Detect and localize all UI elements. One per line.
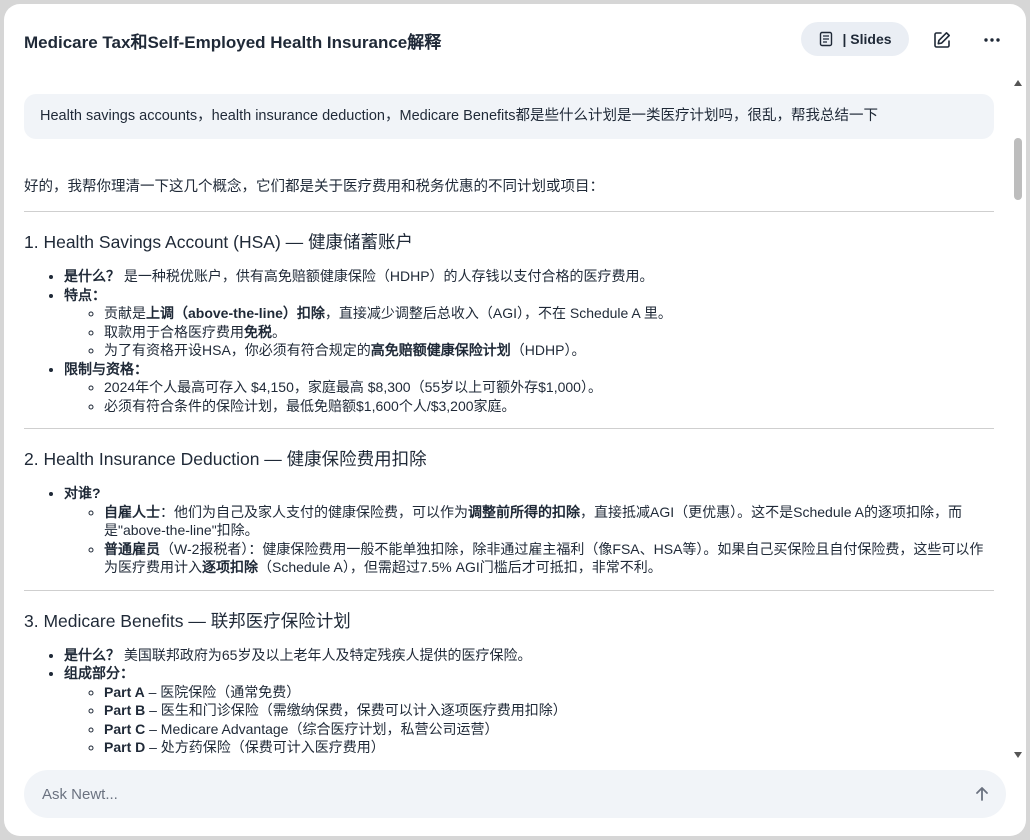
list-text: 贡献是 [104, 305, 146, 321]
list-text: 。 [272, 323, 286, 340]
section-heading-deduction: 2. Health Insurance Deduction — 健康保险费用扣除 [24, 449, 427, 469]
list-text: ，直接减少调整后总收入（AGI），不在 Schedule A 里。 [324, 305, 672, 321]
list-item: 必须有符合条件的保险计划，最低免赔额$1,600个人/$3,200家庭。 [104, 397, 994, 416]
bold-text: 调整前所得的扣除 [468, 503, 580, 520]
chat-header: Medicare Tax和Self-Employed Health Insura… [4, 4, 1026, 76]
bold-text: Part A [104, 683, 145, 700]
bold-text: Part D [104, 739, 146, 755]
bold-label: 特点： [64, 286, 106, 303]
list-item: Part D – 处方药保险（保费可计入医疗费用） [104, 738, 994, 757]
list-text: 是一种税优账户，供有高免赔额健康保险（HDHP）的人存钱以支付合格的医疗费用。 [120, 268, 654, 284]
bold-label: 组成部分： [64, 665, 134, 681]
send-arrow-icon [976, 787, 988, 801]
chat-window: Medicare Tax和Self-Employed Health Insura… [4, 4, 1026, 836]
bold-text: Part B [104, 702, 146, 718]
sub-list: 贡献是上调（above-the-line）扣除，直接减少调整后总收入（AGI），… [64, 304, 994, 360]
slides-label: | Slides [842, 31, 892, 47]
divider [24, 211, 994, 212]
list-item: 取款用于合格医疗费用免税。 [104, 323, 994, 342]
bold-label: 是什么？ [64, 646, 120, 663]
list-item: Part A – 医院保险（通常免费） [104, 683, 994, 702]
sub-list: Part A – 医院保险（通常免费） Part B – 医生和门诊保险（需缴纳… [64, 683, 994, 757]
list-text: 为了有资格开设HSA，你必须有符合规定的 [104, 342, 371, 358]
answer-intro: 好的，我帮你理清一下这几个概念，它们都是关于医疗费用和税务优惠的不同计划或项目： [24, 179, 604, 195]
slides-button[interactable]: | Slides [801, 22, 909, 56]
more-options-button[interactable] [978, 26, 1006, 54]
list-item: 对谁? 自雇人士：他们为自己及家人支付的健康保险费，可以作为调整前所得的扣除，直… [64, 484, 994, 577]
section-heading-hsa: 1. Health Savings Account (HSA) — 健康储蓄账户 [24, 232, 414, 252]
slides-icon [820, 31, 833, 47]
chat-input[interactable] [42, 780, 922, 808]
section-heading-medicare: 3. Medicare Benefits — 联邦医疗保险计划 [24, 610, 351, 631]
list-text: – Medicare Advantage（综合医疗计划，私营公司运营） [145, 720, 499, 737]
list-text: – 医院保险（通常免费） [144, 683, 301, 700]
list-item: 组成部分： Part A – 医院保险（通常免费） Part B – 医生和门诊… [64, 664, 994, 757]
scroll-up-arrow-icon[interactable] [1014, 80, 1022, 86]
bold-label: 是什么？ [64, 268, 120, 284]
list-item: 普通雇员（W-2报税者）：健康保险费用一般不能单独扣除，除非通过雇主福利（像FS… [104, 540, 994, 577]
vertical-scrollbar[interactable] [1012, 76, 1024, 760]
sub-list: 自雇人士：他们为自己及家人支付的健康保险费，可以作为调整前所得的扣除，直接抵减A… [64, 503, 994, 577]
scrollbar-thumb[interactable] [1014, 138, 1022, 200]
list-text: （HDHP）。 [510, 342, 586, 358]
list-item: Part C – Medicare Advantage（综合医疗计划，私营公司运… [104, 720, 994, 739]
assistant-answer: 好的，我帮你理清一下这几个概念，它们都是关于医疗费用和税务优惠的不同计划或项目：… [24, 176, 994, 757]
list-text: – 处方药保险（保费可计入医疗费用） [145, 739, 385, 755]
bold-label: 对谁? [64, 485, 101, 501]
list-text: 美国联邦政府为65岁及以上老年人及特定残疾人提供的医疗保险。 [120, 646, 532, 663]
user-message-bubble: Health savings accounts，health insurance… [24, 94, 994, 139]
bold-text: 自雇人士 [104, 503, 160, 520]
list-text: （Schedule A），但需超过7.5% AGI门槛后才可抵扣，非常不利。 [258, 559, 662, 575]
list-item: 特点： 贡献是上调（above-the-line）扣除，直接减少调整后总收入（A… [64, 286, 994, 360]
bold-text: 免税 [244, 323, 272, 340]
hsa-list: 是什么？ 是一种税优账户，供有高免赔额健康保险（HDHP）的人存钱以支付合格的医… [24, 267, 994, 415]
sub-list: 2024年个人最高可存入 $4,150，家庭最高 $8,300（55岁以上可额外… [64, 378, 994, 415]
divider [24, 428, 994, 429]
list-text: ：他们为自己及家人支付的健康保险费，可以作为 [160, 503, 468, 520]
edit-icon [934, 31, 950, 48]
list-item: 是什么？ 美国联邦政府为65岁及以上老年人及特定残疾人提供的医疗保险。 [64, 646, 994, 665]
list-item: 自雇人士：他们为自己及家人支付的健康保险费，可以作为调整前所得的扣除，直接抵减A… [104, 503, 994, 540]
list-item: 贡献是上调（above-the-line）扣除，直接减少调整后总收入（AGI），… [104, 304, 994, 323]
send-button[interactable] [970, 782, 994, 806]
list-item: Part B – 医生和门诊保险（需缴纳保费，保费可以计入逐项医疗费用扣除） [104, 701, 994, 720]
list-text: – 医生和门诊保险（需缴纳保费，保费可以计入逐项医疗费用扣除） [145, 702, 567, 718]
list-text: 取款用于合格医疗费用 [104, 323, 244, 340]
message-composer [24, 770, 1006, 818]
bold-text: Part C [104, 720, 146, 737]
bold-text: 高免赔额健康保险计划 [370, 342, 511, 358]
list-item: 限制与资格： 2024年个人最高可存入 $4,150，家庭最高 $8,300（5… [64, 360, 994, 416]
list-item: 2024年个人最高可存入 $4,150，家庭最高 $8,300（55岁以上可额外… [104, 378, 994, 397]
chat-title: Medicare Tax和Self-Employed Health Insura… [24, 33, 442, 52]
deduction-list: 对谁? 自雇人士：他们为自己及家人支付的健康保险费，可以作为调整前所得的扣除，直… [24, 484, 994, 577]
bold-text: 上调（above-the-line）扣除 [146, 305, 325, 321]
bold-text: 普通雇员 [104, 540, 160, 557]
edit-button[interactable] [928, 26, 956, 54]
bold-label: 限制与资格： [64, 360, 148, 377]
conversation-area[interactable]: Health savings accounts，health insurance… [4, 76, 1010, 764]
bold-text: 逐项扣除 [202, 559, 258, 575]
more-icon [984, 38, 1000, 42]
medicare-list: 是什么？ 美国联邦政府为65岁及以上老年人及特定残疾人提供的医疗保险。 组成部分… [24, 646, 994, 757]
scroll-down-arrow-icon[interactable] [1014, 752, 1022, 758]
list-item: 为了有资格开设HSA，你必须有符合规定的高免赔额健康保险计划（HDHP）。 [104, 341, 994, 360]
list-item: 是什么？ 是一种税优账户，供有高免赔额健康保险（HDHP）的人存钱以支付合格的医… [64, 267, 994, 286]
divider [24, 589, 994, 591]
